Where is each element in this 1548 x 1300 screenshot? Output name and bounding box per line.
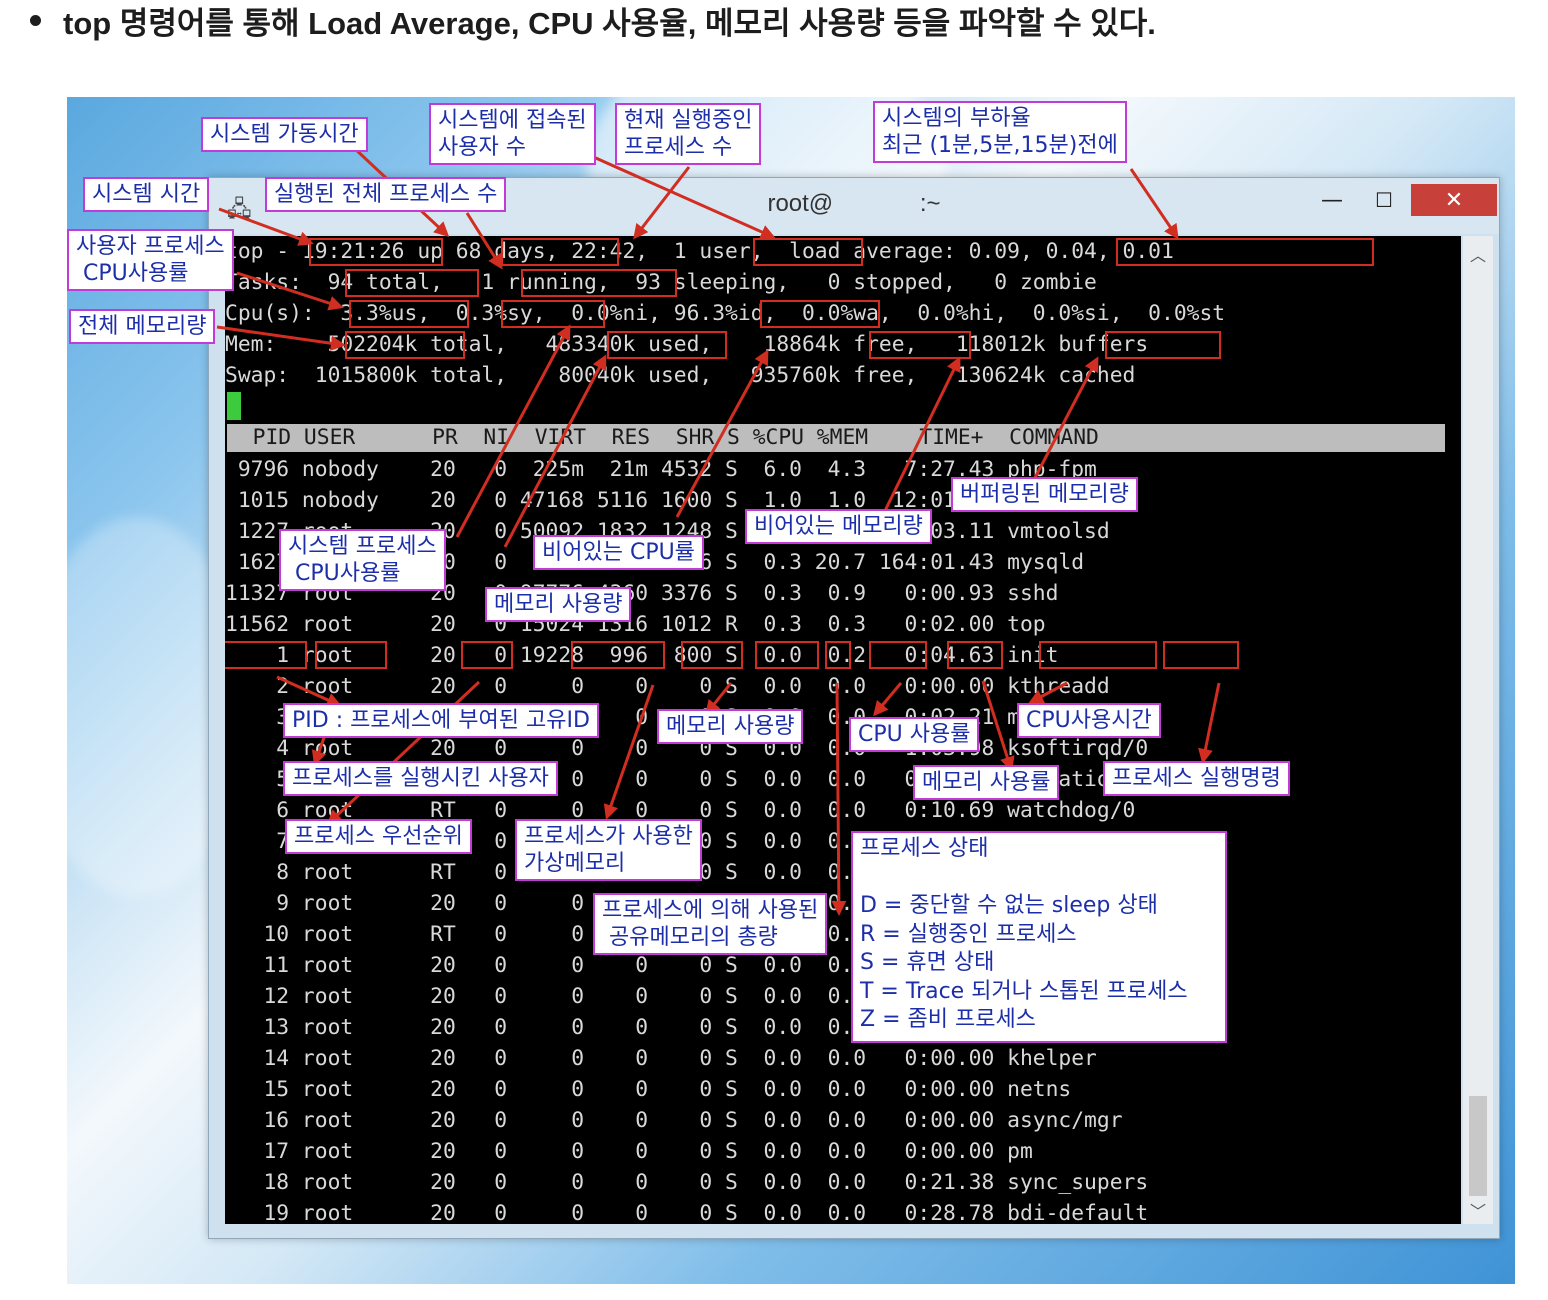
heading-text: top 명령어를 통해 Load Average, CPU 사용율, 메모리 사… bbox=[63, 5, 1156, 41]
callout-res: 메모리 사용량 bbox=[657, 709, 804, 744]
callout-memory-used: 메모리 사용량 bbox=[485, 587, 632, 622]
callout-command: 프로세스 실행명령 bbox=[1103, 761, 1290, 796]
callout-cpu-pct: CPU 사용률 bbox=[849, 717, 980, 752]
callout-free-memory: 비어있는 메모리량 bbox=[745, 509, 932, 544]
callout-user-cpu: 사용자 프로세스 CPU사용률 bbox=[67, 229, 234, 291]
callout-users: 시스템에 접속된 사용자 수 bbox=[429, 103, 596, 165]
callout-shr: 프로세스에 의해 사용된 공유메모리의 총량 bbox=[593, 893, 828, 955]
callout-virt: 프로세스가 사용한 가상메모리 bbox=[515, 819, 702, 881]
bullet-dot-icon bbox=[30, 14, 41, 26]
callout-total-memory: 전체 메모리량 bbox=[69, 309, 216, 344]
callout-running: 현재 실행중인 프로세스 수 bbox=[615, 103, 762, 165]
callout-cpu-time: CPU사용시간 bbox=[1017, 703, 1161, 738]
callout-priority: 프로세스 우선순위 bbox=[285, 819, 472, 854]
callout-load-average: 시스템의 부하율 최근 (1분,5분,15분)전에 bbox=[873, 101, 1127, 163]
callout-system-time: 시스템 시간 bbox=[83, 177, 210, 212]
annotation-arrows bbox=[216, 145, 1221, 916]
callout-uptime: 시스템 가동시간 bbox=[201, 117, 368, 152]
callout-system-cpu: 시스템 프로세스 CPU사용률 bbox=[279, 529, 446, 591]
callout-idle-cpu: 비어있는 CPU률 bbox=[533, 535, 704, 570]
callout-buffered-memory: 버퍼링된 메모리량 bbox=[951, 477, 1138, 512]
callout-pid: PID : 프로세스에 부여된 고유ID bbox=[283, 703, 599, 738]
screenshot-figure: 🖧 root@ :~ — ☐ ✕ top - 19:21:26 up 68 da… bbox=[67, 97, 1515, 1284]
callout-user: 프로세스를 실행시킨 사용자 bbox=[283, 761, 558, 796]
heading-bullet: top 명령어를 통해 Load Average, CPU 사용율, 메모리 사… bbox=[30, 0, 1156, 41]
callout-total-procs: 실행된 전체 프로세스 수 bbox=[265, 177, 507, 212]
callout-process-state: 프로세스 상태 D = 중단할 수 없는 sleep 상태 R = 실행중인 프… bbox=[851, 831, 1227, 1043]
callout-mem-pct: 메모리 사용률 bbox=[913, 765, 1060, 800]
